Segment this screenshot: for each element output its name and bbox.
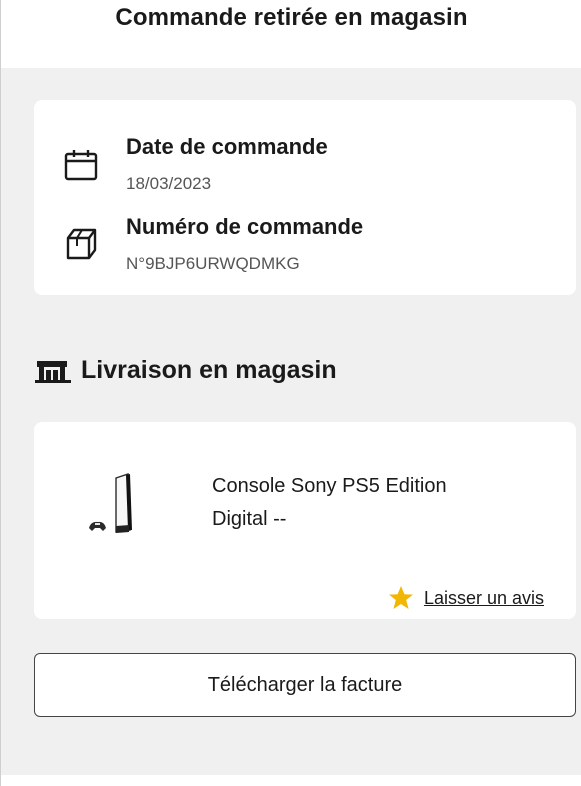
order-info-card: Date de commande 18/03/2023 Numéro de co… [34,100,576,295]
ps5-console-image[interactable] [86,472,146,542]
header: Commande retirée en magasin [1,0,581,68]
leave-review-label[interactable]: Laisser un avis [424,588,544,609]
calendar-icon [64,148,98,182]
page-title: Commande retirée en magasin [115,4,468,31]
order-date-label: Date de commande [126,134,328,159]
product-card: Console Sony PS5 Edition Digital -- Lais… [34,422,576,619]
order-number-value: N°9BJP6URWQDMKG [126,254,300,273]
product-name[interactable]: Console Sony PS5 Edition Digital -- [212,470,512,536]
store-icon [35,357,71,383]
order-detail-page: Commande retirée en magasin Date de comm… [0,0,581,786]
leave-review-link[interactable]: Laisser un avis [388,585,544,611]
bottom-strip [1,775,581,786]
download-invoice-button[interactable]: Télécharger la facture [34,653,576,717]
product-name-line1: Console Sony PS5 Edition [212,475,447,497]
star-icon [388,585,414,611]
package-icon [64,226,98,260]
order-number-label: Numéro de commande [126,214,364,239]
delivery-section-title: Livraison en magasin [35,353,337,387]
product-name-line2: Digital -- [212,508,287,530]
delivery-section-label: Livraison en magasin [81,355,337,384]
order-date-value: 18/03/2023 [126,174,212,193]
